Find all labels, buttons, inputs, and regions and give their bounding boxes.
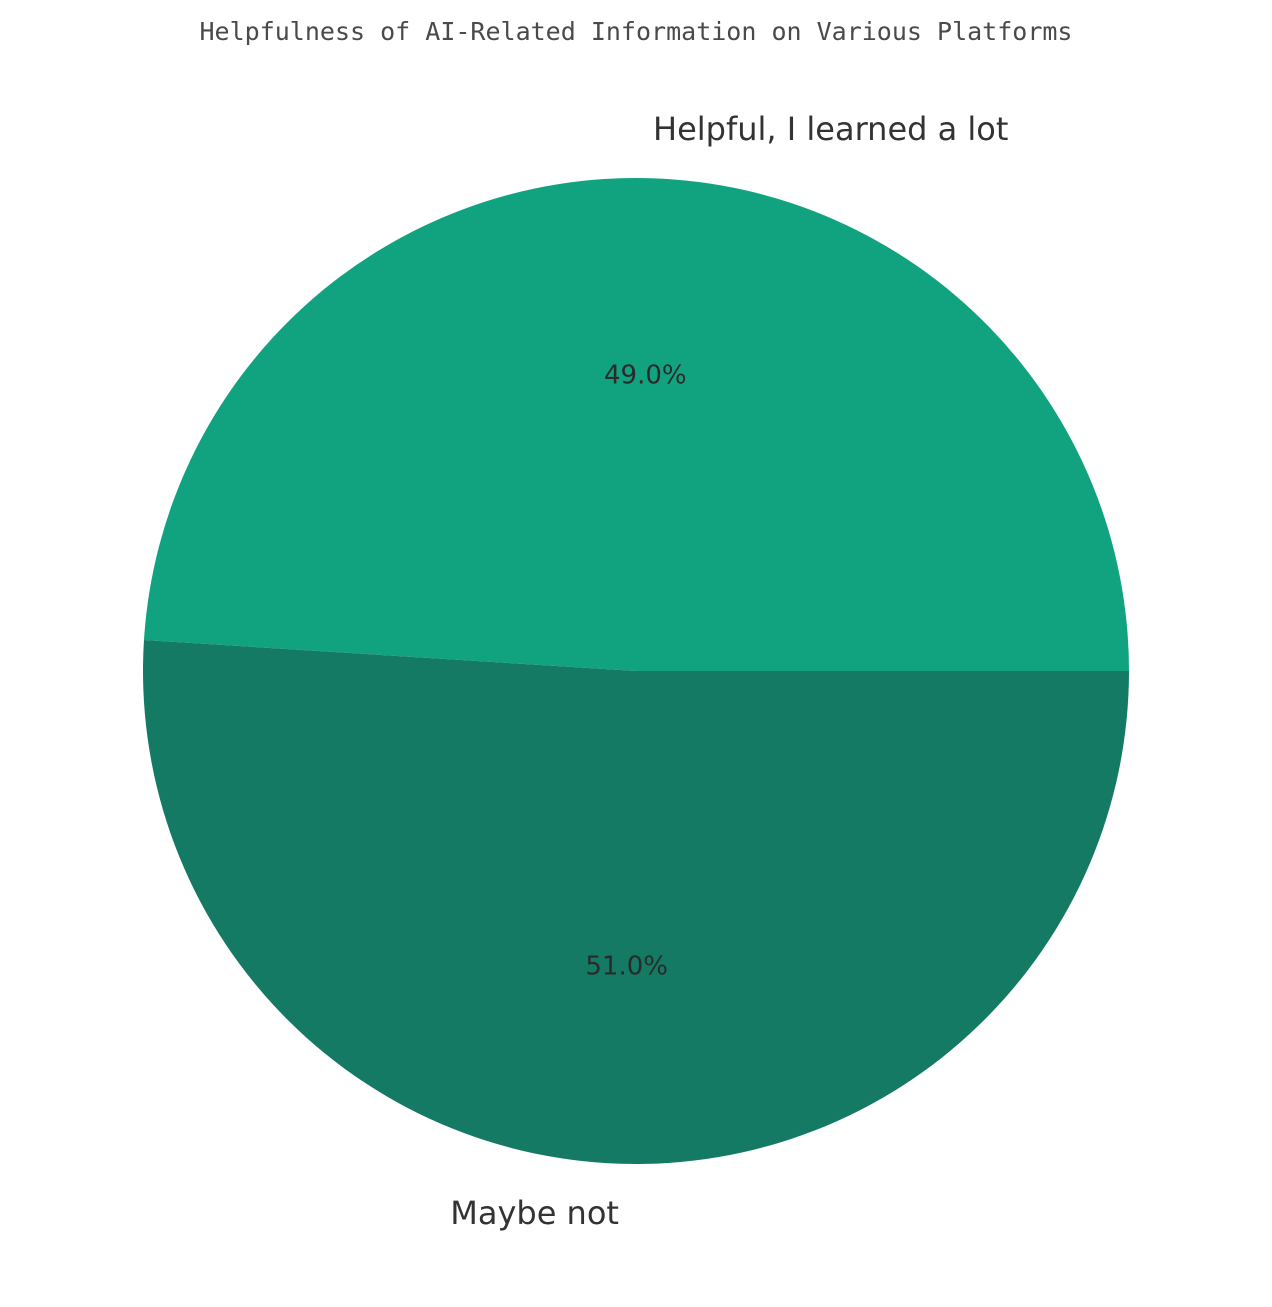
pie-category-label-1: Maybe not (450, 1194, 619, 1232)
pie-slice-1 (142, 640, 1129, 1165)
chart-title: Helpfulness of AI-Related Information on… (200, 17, 1073, 46)
pie-slices (142, 178, 1129, 1165)
pie-category-label-0: Helpful, I learned a lot (653, 110, 1008, 148)
pie-chart: Helpfulness of AI-Related Information on… (142, 17, 1129, 1232)
pie-slice-0 (143, 178, 1129, 671)
pie-percent-label-0: 49.0% (604, 360, 687, 390)
pie-percent-label-1: 51.0% (585, 952, 668, 982)
